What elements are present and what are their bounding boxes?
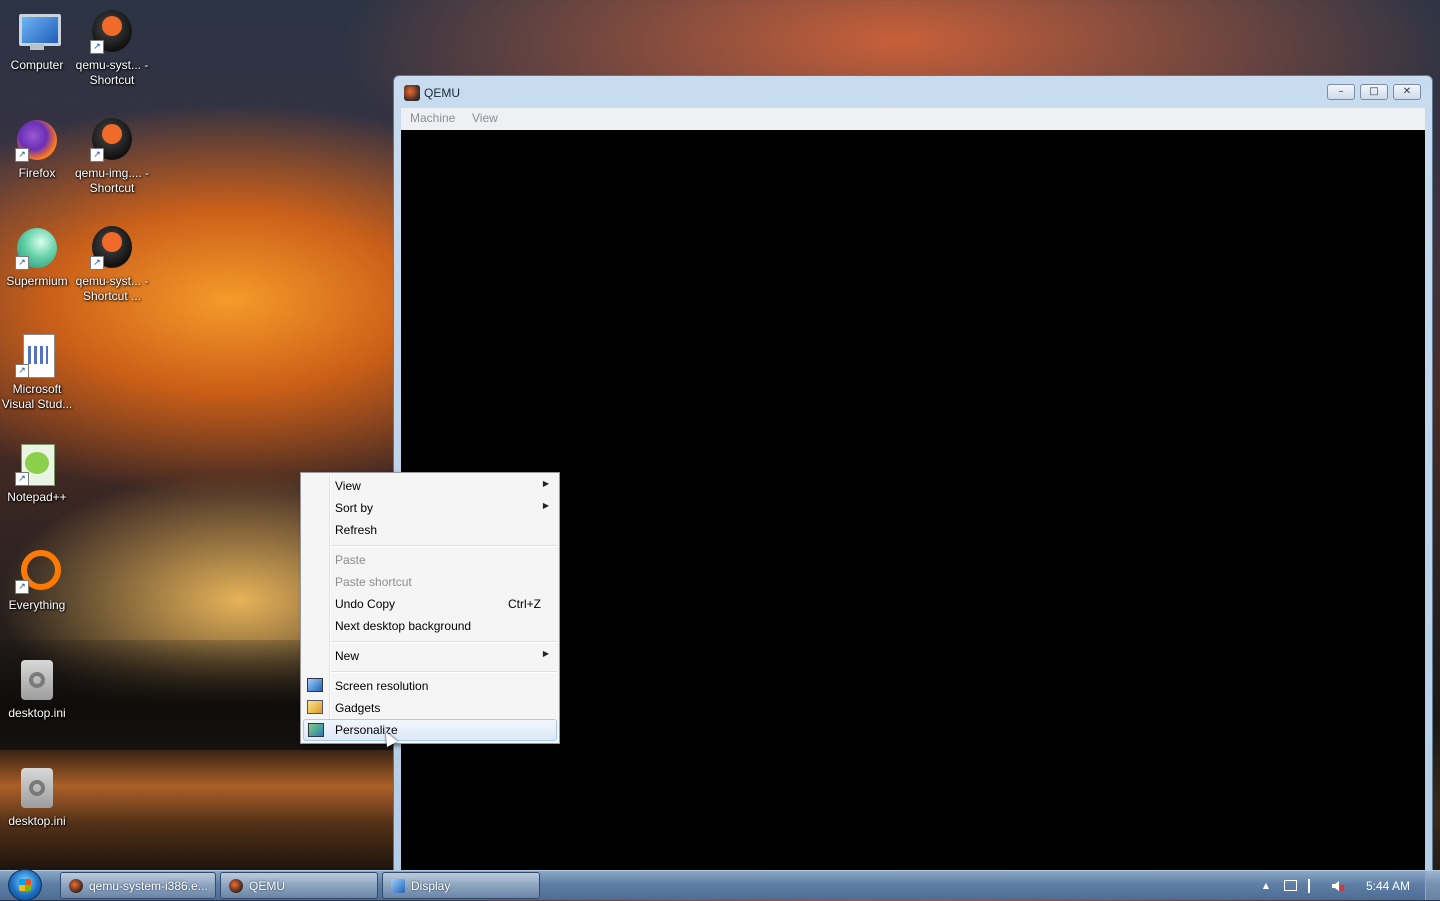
desktop-icon-label: Firefox [18, 166, 56, 180]
desktop-icon-qemu-system-shortcut-2[interactable]: ↗ qemu-syst... - Shortcut ... [75, 224, 149, 304]
menu-item-label: Refresh [335, 523, 378, 537]
menu-separator [331, 671, 557, 673]
shortcut-arrow-icon: ↗ [90, 148, 104, 162]
taskbar: qemu-system-i386.e... QEMU Display ▲ 5:4… [0, 869, 1440, 901]
desktop-icon-qemu-system-shortcut[interactable]: ↗ qemu-syst... - Shortcut [75, 8, 149, 88]
desktop-icon-desktop-ini[interactable]: desktop.ini [0, 656, 74, 721]
menu-item-label: View [335, 479, 361, 493]
desktop-icon-label: Notepad++ [7, 490, 67, 504]
menu-item-label: Screen resolution [335, 679, 429, 693]
shortcut-arrow-icon: ↗ [15, 580, 29, 594]
menu-item-label: Paste shortcut [335, 575, 412, 589]
desktop-icon-label: desktop.ini [8, 814, 66, 828]
screen-resolution-icon [307, 678, 323, 692]
desktop-icon-visual-studio[interactable]: ↗ Microsoft Visual Stud... [0, 332, 74, 412]
desktop-icon-label: qemu-syst... - Shortcut [75, 58, 149, 87]
qemu-icon [229, 879, 243, 893]
qemu-icon [404, 85, 420, 101]
shortcut-arrow-icon: ↗ [15, 148, 29, 162]
shortcut-arrow-icon: ↗ [90, 40, 104, 54]
minimize-button[interactable]: – [1327, 84, 1355, 100]
desktop-icon-firefox[interactable]: ↗ Firefox [0, 116, 74, 181]
qemu-icon: ↗ [88, 8, 136, 56]
desktop-icon-label: Microsoft Visual Stud... [1, 382, 73, 411]
menu-item-view[interactable]: View ▶ [303, 475, 557, 497]
submenu-arrow-icon: ▶ [542, 649, 549, 658]
desktop-icon-label: qemu-img.... - Shortcut [75, 166, 150, 195]
menu-item-shortcut: Ctrl+Z [508, 597, 541, 611]
menu-item-paste-shortcut[interactable]: Paste shortcut [303, 571, 557, 593]
taskbar-button-display[interactable]: Display [382, 872, 540, 899]
document-icon: ↗ [13, 332, 61, 380]
volume-muted-icon[interactable] [1331, 879, 1345, 893]
taskbar-button-qemu[interactable]: QEMU [220, 872, 378, 899]
desktop-icon-label: qemu-syst... - Shortcut ... [75, 274, 149, 303]
qemu-menubar: Machine View [401, 108, 1425, 130]
menu-item-label: Undo Copy [335, 597, 396, 611]
start-button[interactable] [8, 869, 42, 901]
menu-view[interactable]: View [472, 111, 498, 125]
ini-file-icon [13, 656, 61, 704]
taskbar-button-label: qemu-system-i386.e... [89, 879, 208, 893]
desktop-icon-qemu-img-shortcut[interactable]: ↗ qemu-img.... - Shortcut [75, 116, 149, 196]
menu-item-label: New [335, 649, 360, 663]
desktop-icon-everything[interactable]: ↗ Everything [0, 548, 74, 613]
menu-item-refresh[interactable]: Refresh [303, 519, 557, 541]
display-icon [391, 879, 405, 893]
supermium-icon: ↗ [13, 224, 61, 272]
shortcut-arrow-icon: ↗ [15, 472, 29, 486]
qemu-icon [69, 879, 83, 893]
menu-item-paste[interactable]: Paste [303, 549, 557, 571]
menu-separator [331, 545, 557, 547]
menu-item-gadgets[interactable]: Gadgets [303, 697, 557, 719]
qemu-icon: ↗ [88, 224, 136, 272]
notepadpp-icon: ↗ [13, 440, 61, 488]
desktop-icon-desktop-ini-2[interactable]: desktop.ini [0, 764, 74, 829]
menu-machine[interactable]: Machine [410, 111, 455, 125]
tray-expand-icon[interactable]: ▲ [1259, 879, 1273, 893]
desktop-context-menu: View ▶ Sort by ▶ Refresh Paste Paste sho… [300, 472, 560, 744]
ini-file-icon [13, 764, 61, 812]
menu-item-personalize[interactable]: Personalize [303, 719, 557, 741]
desktop-icon-label: Supermium [6, 274, 68, 288]
desktop-icon-notepadpp[interactable]: ↗ Notepad++ [0, 440, 74, 505]
qemu-icon: ↗ [88, 116, 136, 164]
shortcut-arrow-icon: ↗ [15, 364, 29, 378]
everything-icon: ↗ [13, 548, 61, 596]
shortcut-arrow-icon: ↗ [90, 256, 104, 270]
taskbar-button-label: Display [411, 879, 451, 893]
window-title: QEMU [424, 86, 460, 100]
taskbar-button-label: QEMU [249, 879, 285, 893]
action-center-flag-icon[interactable] [1308, 879, 1322, 893]
tray-clock[interactable]: 5:44 AM [1366, 879, 1410, 893]
gadgets-icon [307, 700, 323, 714]
menu-item-label: Next desktop background [335, 619, 472, 633]
menu-separator [331, 641, 557, 643]
maximize-button[interactable]: □ [1360, 84, 1388, 100]
desktop-icon-label: desktop.ini [8, 706, 66, 720]
menu-item-new[interactable]: New ▶ [303, 645, 557, 667]
show-desktop-button[interactable] [1425, 871, 1440, 900]
desktop-icon-computer[interactable]: Computer [0, 8, 74, 73]
menu-item-undo-copy[interactable]: Undo Copy Ctrl+Z [303, 593, 557, 615]
taskbar-button-qemu-system[interactable]: qemu-system-i386.e... [60, 872, 216, 899]
menu-item-label: Gadgets [335, 701, 381, 715]
shortcut-arrow-icon: ↗ [15, 256, 29, 270]
menu-item-label: Paste [335, 553, 366, 567]
menu-item-next-desktop-background[interactable]: Next desktop background [303, 615, 557, 637]
qemu-titlebar[interactable]: QEMU – □ ✕ [394, 76, 1432, 108]
personalize-icon [308, 723, 324, 737]
submenu-arrow-icon: ▶ [542, 479, 549, 488]
desktop-icon-label: Everything [8, 598, 66, 612]
menu-item-label: Sort by [335, 501, 374, 515]
firefox-icon: ↗ [13, 116, 61, 164]
computer-icon [13, 8, 61, 56]
desktop-icon-label: Computer [10, 58, 64, 72]
submenu-arrow-icon: ▶ [542, 501, 549, 510]
desktop-icon-supermium[interactable]: ↗ Supermium [0, 224, 74, 289]
close-button[interactable]: ✕ [1393, 84, 1421, 100]
menu-item-screen-resolution[interactable]: Screen resolution [303, 675, 557, 697]
menu-item-sort-by[interactable]: Sort by ▶ [303, 497, 557, 519]
network-icon[interactable] [1284, 880, 1297, 891]
